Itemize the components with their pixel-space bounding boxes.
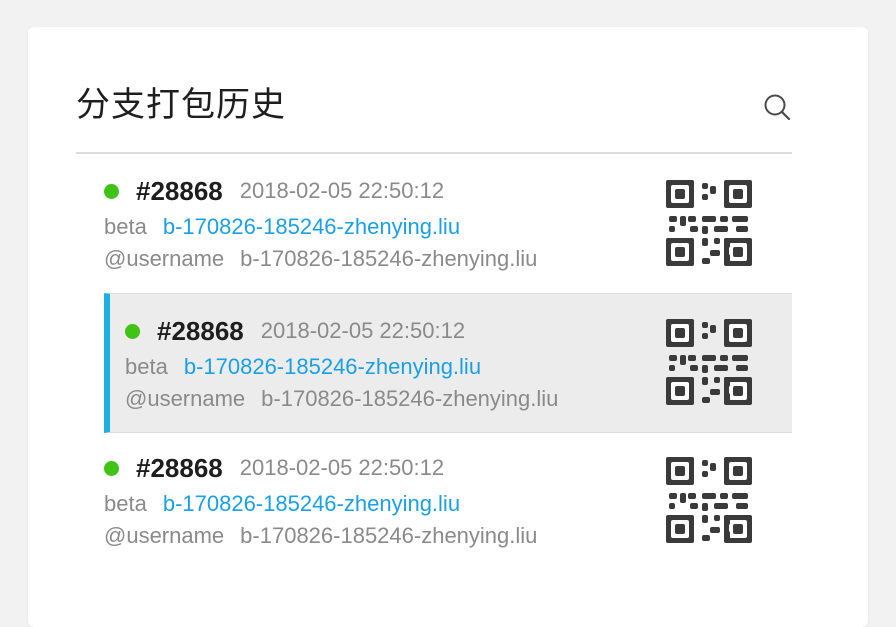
status-dot bbox=[104, 183, 119, 199]
build-row-selected[interactable]: #28868 2018-02-05 22:50:12 beta b-170826-… bbox=[104, 293, 792, 433]
page-title: 分支打包历史 bbox=[76, 85, 286, 125]
qr-code-icon[interactable] bbox=[666, 180, 752, 266]
build-info: #28868 2018-02-05 22:50:12 beta b-170826-… bbox=[104, 174, 537, 274]
build-user: @username bbox=[125, 386, 246, 411]
build-row[interactable]: #28868 2018-02-05 22:50:12 beta b-170826-… bbox=[104, 156, 792, 293]
card-header: 分支打包历史 bbox=[76, 84, 792, 154]
build-env: beta bbox=[104, 214, 147, 239]
build-number: #28868 bbox=[136, 175, 223, 206]
build-number: #28868 bbox=[136, 452, 223, 483]
branch-link[interactable]: b-170826-185246-zhenying.liu bbox=[163, 491, 460, 516]
build-list: #28868 2018-02-05 22:50:12 beta b-170826-… bbox=[104, 156, 792, 571]
search-icon[interactable] bbox=[762, 92, 792, 122]
build-info: #28868 2018-02-05 22:50:12 beta b-170826-… bbox=[125, 314, 558, 414]
build-env: beta bbox=[104, 491, 147, 516]
build-time: 2018-02-05 22:50:12 bbox=[260, 318, 466, 343]
build-time: 2018-02-05 22:50:12 bbox=[239, 455, 445, 480]
branch-link[interactable]: b-170826-185246-zhenying.liu bbox=[163, 214, 460, 239]
commit-ref: b-170826-185246-zhenying.liu bbox=[240, 246, 538, 271]
build-row[interactable]: #28868 2018-02-05 22:50:12 beta b-170826-… bbox=[104, 433, 792, 571]
commit-ref: b-170826-185246-zhenying.liu bbox=[240, 523, 538, 548]
build-user: @username bbox=[104, 246, 225, 271]
build-info: #28868 2018-02-05 22:50:12 beta b-170826-… bbox=[104, 451, 537, 551]
branch-link[interactable]: b-170826-185246-zhenying.liu bbox=[184, 354, 481, 379]
build-time: 2018-02-05 22:50:12 bbox=[239, 178, 445, 203]
build-number: #28868 bbox=[157, 315, 244, 346]
qr-code-icon[interactable] bbox=[666, 457, 752, 543]
commit-ref: b-170826-185246-zhenying.liu bbox=[261, 386, 559, 411]
qr-code-icon[interactable] bbox=[666, 319, 752, 405]
build-user: @username bbox=[104, 523, 225, 548]
build-env: beta bbox=[125, 354, 168, 379]
status-dot bbox=[125, 323, 140, 339]
status-dot bbox=[104, 460, 119, 476]
